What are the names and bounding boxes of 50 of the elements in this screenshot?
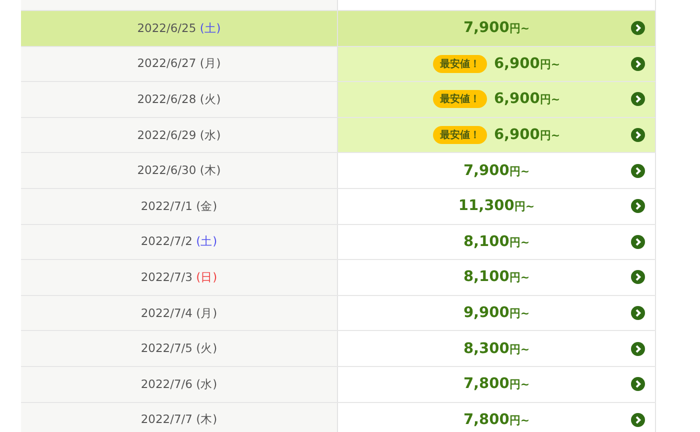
chevron-right-icon[interactable] <box>631 377 645 392</box>
price-text: 8,100円~ <box>463 269 530 286</box>
chevron-right-icon[interactable] <box>631 164 645 178</box>
price-text: 7,800円~ <box>463 376 530 392</box>
price-text: 7,800円~ <box>463 412 530 428</box>
date-text: 2022/6/27 (月) <box>137 56 221 72</box>
chevron-right-icon[interactable] <box>631 21 645 36</box>
date-text: 2022/7/7 (木) <box>140 412 218 428</box>
chevron-right-icon[interactable] <box>631 270 645 284</box>
lowest-price-badge: 最安値！ <box>432 126 487 144</box>
date-row[interactable]: 2022/6/25 (土) 7,900円~ <box>21 11 656 47</box>
date-text: 2022/7/4 (月) <box>140 306 218 321</box>
date-text: 2022/6/30 (木) <box>137 163 221 178</box>
chevron-right-icon[interactable] <box>631 199 645 214</box>
lowest-price-badge: 最安値！ <box>432 54 487 73</box>
date-row[interactable]: 2022/7/6 (水) 7,800円~ <box>21 366 656 403</box>
chevron-right-icon[interactable] <box>631 128 645 142</box>
price-text: 6,900円~ <box>494 127 560 144</box>
price-text: 9,900円~ <box>463 305 530 322</box>
date-row[interactable]: 2022/7/1 (金) 11,300円~ <box>21 188 656 225</box>
date-row[interactable]: 2022/7/3 (日) 8,100円~ <box>21 260 656 296</box>
date-text: 2022/7/5 (火) <box>140 341 218 356</box>
price-text: 8,100円~ <box>463 234 530 250</box>
date-row[interactable]: 2022/7/5 (火) 8,300円~ <box>21 331 656 367</box>
date-text: 2022/6/29 (水) <box>137 128 221 143</box>
date-text: 2022/7/1 (金) <box>140 198 218 214</box>
price-text: 6,900円~ <box>494 56 560 72</box>
date-row[interactable]: 2022/7/2 (土) 8,100円~ <box>21 224 656 260</box>
chevron-right-icon[interactable] <box>631 92 645 106</box>
date-row[interactable]: 2022/6/28 (火) 最安値！ 6,900円~ <box>21 82 656 118</box>
date-row[interactable]: 2022/7/4 (月) 9,900円~ <box>21 296 656 332</box>
date-row[interactable]: 2022/6/27 (月) 最安値！ 6,900円~ <box>21 46 656 82</box>
price-text: 8,300円~ <box>463 340 530 357</box>
price-text: 11,300円~ <box>458 198 535 214</box>
date-text: 2022/7/3 (日) <box>140 270 218 285</box>
date-text: 2022/7/2 (土) <box>140 234 218 250</box>
date-text: 2022/7/6 (水) <box>140 376 218 392</box>
lowest-price-badge: 最安値！ <box>432 90 487 108</box>
chevron-right-icon[interactable] <box>631 412 645 427</box>
price-text: 7,900円~ <box>463 162 530 179</box>
date-row[interactable]: 2022/6/29 (水) 最安値！ 6,900円~ <box>21 118 656 154</box>
date-text: 2022/6/25 (土) <box>137 20 221 36</box>
chevron-right-icon[interactable] <box>631 306 645 320</box>
price-text: 6,900円~ <box>494 91 560 108</box>
chevron-right-icon[interactable] <box>631 342 645 356</box>
date-row[interactable]: 2022/6/30 (木) 7,900円~ <box>21 153 656 189</box>
price-text: 7,900円~ <box>463 20 530 36</box>
chevron-right-icon[interactable] <box>631 56 645 71</box>
chevron-right-icon[interactable] <box>631 234 645 249</box>
date-text: 2022/6/28 (火) <box>137 92 221 107</box>
